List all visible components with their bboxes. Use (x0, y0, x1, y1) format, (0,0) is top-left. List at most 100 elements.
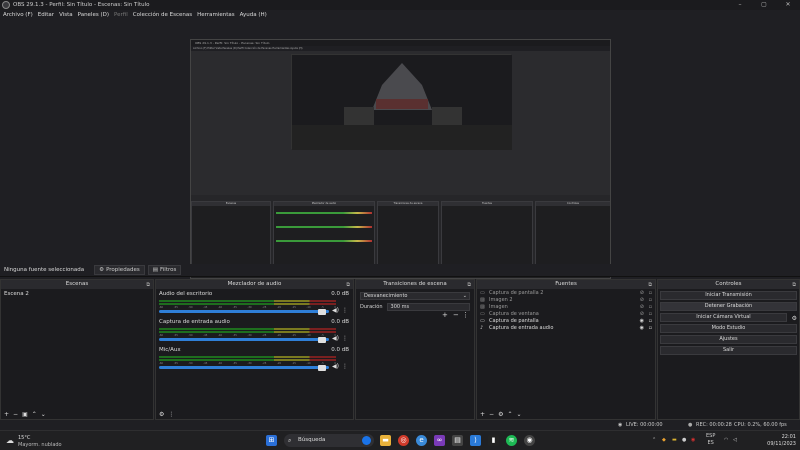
stop-recording-button[interactable]: Detener Grabación (660, 302, 797, 311)
popout-icon[interactable]: ⧉ (648, 281, 652, 290)
advanced-audio-icon[interactable]: ⚙ (159, 411, 164, 418)
windows-start-icon[interactable]: ⊞ (266, 435, 277, 446)
chevron-up-icon[interactable]: ⌃ (507, 411, 512, 418)
preview-canvas[interactable]: OBS 29.1.3 - Perfil: Sin Título - Escena… (190, 39, 611, 279)
gear-icon[interactable]: ⚙ (498, 411, 503, 418)
more-icon[interactable]: ⋮ (462, 311, 469, 319)
scenes-title: Escenas (65, 281, 89, 287)
volume-fader[interactable] (159, 338, 329, 341)
chrome-icon[interactable]: ◎ (398, 435, 409, 446)
mic-icon[interactable]: ● (682, 437, 686, 443)
source-item[interactable]: ▭ Captura de ventana ⊘ ▫ (477, 311, 655, 318)
tray-folder-icon[interactable]: ▬ (672, 437, 677, 443)
volume-fader[interactable] (159, 310, 329, 313)
more-icon[interactable]: ⋮ (342, 363, 348, 370)
remove-icon[interactable]: − (489, 411, 494, 418)
speaker-icon[interactable]: ◀) (332, 307, 339, 314)
app-icon[interactable]: ▤ (452, 435, 463, 446)
chevron-down-icon[interactable]: ⌄ (41, 411, 46, 418)
properties-button[interactable]: ⚙ Propiedades (94, 265, 145, 275)
add-icon[interactable]: + (480, 411, 485, 418)
scene-item[interactable]: Escena 2 (1, 289, 153, 299)
eye-icon[interactable]: ◉ (640, 318, 644, 325)
settings-button[interactable]: Ajustes (660, 335, 797, 344)
more-icon[interactable]: ⋮ (168, 411, 174, 418)
duration-label: Duración (360, 304, 383, 310)
menu-herramientas[interactable]: Herramientas (197, 12, 234, 18)
transition-select[interactable]: Desvanecimiento ⌄ (360, 292, 470, 300)
maximize-button[interactable]: ▢ (752, 0, 776, 10)
lock-icon[interactable]: ▫ (649, 304, 652, 311)
menu-ayuda[interactable]: Ayuda (H) (240, 12, 267, 18)
popout-icon[interactable]: ⧉ (346, 281, 350, 290)
menu-vista[interactable]: Vista (59, 12, 73, 18)
speaker-icon[interactable]: ◀) (332, 335, 339, 342)
popout-icon[interactable]: ⧉ (146, 281, 150, 290)
fader-handle[interactable] (318, 308, 326, 315)
wifi-icon[interactable]: ◠ (724, 437, 728, 443)
source-item[interactable]: ▭ Captura de pantalla ◉ ▫ (477, 318, 655, 325)
speaker-icon[interactable]: ◀) (332, 363, 339, 370)
volume-fader[interactable] (159, 366, 329, 369)
popout-icon[interactable]: ⧉ (467, 281, 471, 290)
lock-icon[interactable]: ▫ (649, 318, 652, 325)
source-item[interactable]: ♪ Captura de entrada audio ◉ ▫ (477, 325, 655, 332)
studio-mode-button[interactable]: Modo Estudio (660, 324, 797, 333)
remove-icon[interactable]: − (13, 411, 18, 418)
close-button[interactable]: ✕ (776, 0, 800, 10)
fader-handle[interactable] (318, 336, 326, 343)
chevron-down-icon[interactable]: ⌄ (516, 411, 521, 418)
gear-icon[interactable]: ⚙ (792, 315, 797, 322)
add-transition-icon[interactable]: + (442, 311, 448, 319)
eye-off-icon[interactable]: ⊘ (640, 297, 644, 304)
preview-area[interactable]: OBS 29.1.3 - Perfil: Sin Título - Escena… (0, 19, 800, 279)
fader-handle[interactable] (318, 364, 326, 371)
filters-button[interactable]: ▤ Filtros (147, 265, 182, 275)
visual-studio-icon[interactable]: ∞ (434, 435, 445, 446)
start-streaming-button[interactable]: Iniciar Transmisión (660, 291, 797, 300)
add-icon[interactable]: + (4, 411, 9, 418)
filter-icon[interactable]: ▣ (22, 411, 28, 418)
lock-icon[interactable]: ▫ (649, 311, 652, 318)
exit-button[interactable]: Salir (660, 346, 797, 355)
minimize-button[interactable]: – (728, 0, 752, 10)
vscode-icon[interactable]: ⟩ (470, 435, 481, 446)
lock-icon[interactable]: ▫ (649, 290, 652, 297)
menu-coleccion-escenas[interactable]: Colección de Escenas (133, 12, 192, 18)
more-icon[interactable]: ⋮ (342, 307, 348, 314)
tray-app-icon[interactable]: ◆ (662, 437, 666, 443)
more-icon[interactable]: ⋮ (342, 335, 348, 342)
menu-paneles[interactable]: Paneles (D) (78, 12, 109, 18)
source-item[interactable]: ▭ Captura de pantalla 2 ⊘ ▫ (477, 290, 655, 297)
taskbar-search[interactable]: ⌕ Búsqueda (284, 434, 374, 447)
menu-perfil[interactable]: Perfil (114, 12, 128, 18)
terminal-icon[interactable]: ▮ (488, 435, 499, 446)
language-indicator[interactable]: ESP ES (706, 433, 715, 447)
file-explorer-icon[interactable]: ▬ (380, 435, 391, 446)
eye-icon[interactable]: ◉ (640, 325, 644, 332)
chevron-up-icon[interactable]: ⌃ (652, 437, 656, 443)
edge-icon[interactable]: e (416, 435, 427, 446)
channel-db: 0.0 dB (331, 347, 349, 353)
source-item[interactable]: ▨ Imagen 2 ⊘ ▫ (477, 297, 655, 304)
menu-editar[interactable]: Editar (38, 12, 54, 18)
eye-off-icon[interactable]: ⊘ (640, 290, 644, 297)
eye-off-icon[interactable]: ⊘ (640, 304, 644, 311)
eye-off-icon[interactable]: ⊘ (640, 311, 644, 318)
spotify-icon[interactable]: ≋ (506, 435, 517, 446)
remove-transition-icon[interactable]: − (453, 311, 459, 319)
tray-record-icon[interactable]: ◉ (691, 437, 695, 443)
volume-icon[interactable]: ◁ (733, 437, 737, 443)
start-virtual-camera-button[interactable]: Iniciar Cámara Virtual (660, 313, 787, 322)
obs-taskbar-icon[interactable]: ◉ (524, 435, 535, 446)
bing-icon[interactable] (362, 436, 371, 445)
source-item[interactable]: ▨ Imagen ⊘ ▫ (477, 304, 655, 311)
chevron-up-icon[interactable]: ⌃ (32, 411, 37, 418)
duration-input[interactable]: 300 ms (386, 303, 470, 311)
menu-archivo[interactable]: Archivo (F) (3, 12, 33, 18)
tick-label: -15 (291, 306, 296, 309)
lock-icon[interactable]: ▫ (649, 325, 652, 332)
clock[interactable]: 22:01 09/11/2023 (767, 434, 796, 448)
lock-icon[interactable]: ▫ (649, 297, 652, 304)
popout-icon[interactable]: ⧉ (792, 281, 796, 290)
